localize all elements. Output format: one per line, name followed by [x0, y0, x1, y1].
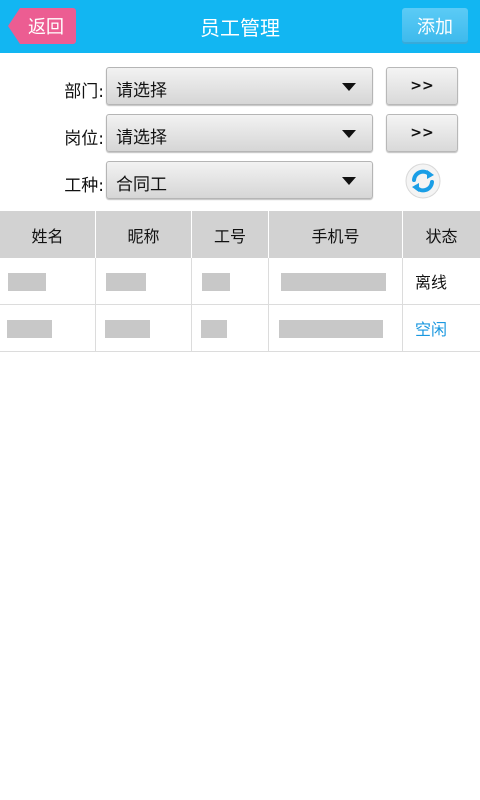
position-label: 岗位:: [64, 129, 104, 149]
employee-table: 姓名 昵称 工号 手机号 状态 离线 空闲: [0, 211, 480, 352]
redacted-employee-id: [202, 273, 230, 291]
cell-phone: [269, 258, 403, 304]
column-header-status: 状态: [425, 226, 458, 246]
chevron-down-icon: [342, 177, 356, 185]
add-button[interactable]: 添加: [402, 8, 468, 44]
department-select-value: 请选择: [116, 81, 167, 101]
position-select-value: 请选择: [116, 128, 167, 148]
column-header-employee-id: 工号: [192, 211, 269, 258]
refresh-icon[interactable]: [405, 163, 441, 199]
job-type-select-value: 合同工: [116, 175, 167, 195]
cell-employee-id: [192, 258, 269, 304]
department-filter-row: 部门: 请选择 >>: [0, 67, 480, 107]
column-header-phone: 手机号: [269, 211, 403, 258]
position-jump-label: >>: [410, 125, 434, 141]
redacted-name: [7, 320, 52, 338]
column-header-nickname: 昵称: [96, 211, 192, 258]
add-button-label: 添加: [417, 17, 453, 38]
cell-status: 空闲: [403, 305, 480, 351]
title-bar: 返回 员工管理 添加: [0, 0, 480, 53]
position-select[interactable]: 请选择: [106, 114, 373, 152]
chevron-down-icon: [342, 83, 356, 91]
cell-phone: [269, 305, 403, 351]
column-header-name: 姓名: [0, 211, 96, 258]
job-type-label: 工种:: [64, 176, 104, 196]
redacted-name: [8, 273, 46, 291]
table-header: 姓名 昵称 工号 手机号 状态: [0, 211, 480, 258]
cell-status: 离线: [403, 258, 480, 304]
status-text: 空闲: [415, 320, 448, 339]
chevron-down-icon: [342, 130, 356, 138]
table-row[interactable]: 离线: [0, 258, 480, 305]
cell-nickname: [96, 305, 192, 351]
status-text: 离线: [415, 273, 448, 292]
cell-employee-id: [192, 305, 269, 351]
department-select[interactable]: 请选择: [106, 67, 373, 105]
department-label: 部门:: [64, 82, 104, 102]
redacted-nickname: [106, 273, 146, 291]
redacted-nickname: [105, 320, 150, 338]
cell-name: [0, 258, 96, 304]
position-filter-row: 岗位: 请选择 >>: [0, 114, 480, 154]
department-jump-button[interactable]: >>: [386, 67, 458, 105]
redacted-phone: [279, 320, 383, 338]
redacted-phone: [281, 273, 386, 291]
job-type-filter-row: 工种: 合同工: [0, 161, 480, 201]
department-jump-label: >>: [410, 78, 434, 94]
cell-nickname: [96, 258, 192, 304]
position-jump-button[interactable]: >>: [386, 114, 458, 152]
redacted-employee-id: [201, 320, 227, 338]
cell-name: [0, 305, 96, 351]
job-type-select[interactable]: 合同工: [106, 161, 373, 199]
table-row[interactable]: 空闲: [0, 305, 480, 352]
